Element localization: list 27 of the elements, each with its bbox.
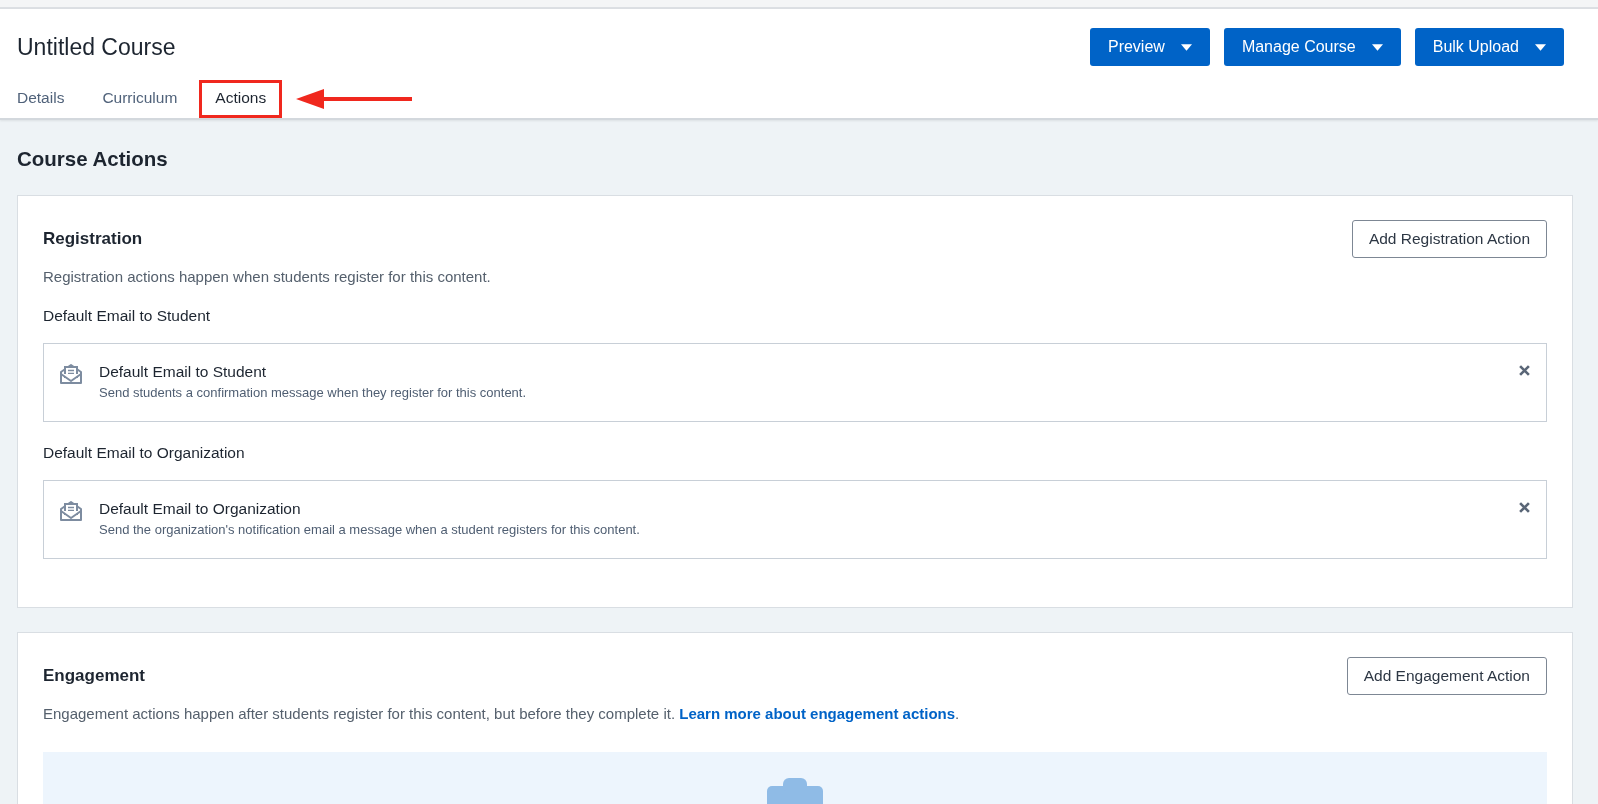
dropdown-button[interactable]: Bulk Upload xyxy=(1414,28,1564,66)
course-title: Untitled Course xyxy=(17,33,176,61)
envelope-icon xyxy=(59,500,83,522)
envelope-icon xyxy=(59,363,83,385)
caret-icon xyxy=(1535,43,1546,51)
close-icon[interactable] xyxy=(1519,502,1530,513)
tab[interactable]: Actions xyxy=(199,80,283,118)
page-heading: Course Actions xyxy=(17,147,169,171)
action-title: Default Email to Student xyxy=(99,363,268,381)
action-description: Send students a confirmation message when they register for this content. xyxy=(99,385,528,400)
section-title: Engagement xyxy=(43,666,146,686)
action-description: Send the organization's notification email a message when a student registers for this content. xyxy=(99,522,641,537)
group-heading: Default Email to Student xyxy=(43,307,212,325)
group-heading: Default Email to Organization xyxy=(43,444,246,462)
close-icon[interactable] xyxy=(1519,365,1530,376)
tab[interactable]: Curriculum xyxy=(86,80,194,118)
caret-icon xyxy=(1371,43,1383,51)
action-title: Default Email to Organization xyxy=(99,500,302,518)
tab[interactable]: Details xyxy=(1,80,81,118)
dropdown-button[interactable]: Manage Course xyxy=(1223,28,1401,66)
dropdown-button[interactable]: Preview xyxy=(1089,28,1210,66)
section-description: Engagement actions happen after students register for this content, but before they complete it. Learn more about engagement actions. xyxy=(43,705,961,722)
section-description: Registration actions happen when students register for this content. xyxy=(43,268,492,285)
add-action-button[interactable]: Add Registration Action xyxy=(1351,220,1547,258)
add-action-button[interactable]: Add Engagement Action xyxy=(1346,657,1547,695)
caret-icon xyxy=(1180,43,1192,51)
section-title: Registration xyxy=(43,229,143,249)
